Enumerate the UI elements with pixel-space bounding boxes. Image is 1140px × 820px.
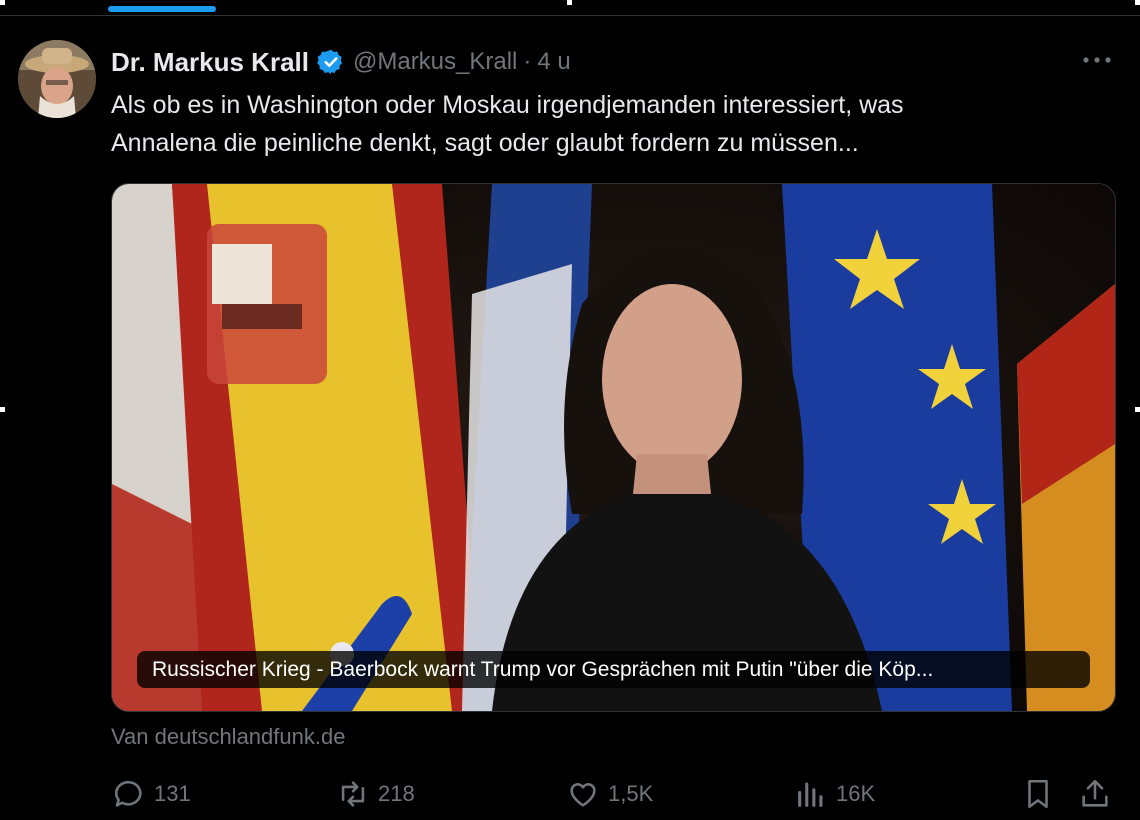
like-button[interactable]: 1,5K — [566, 776, 653, 812]
views-button[interactable]: 16K — [794, 776, 875, 812]
link-card[interactable]: Russischer Krieg - Baerbock warnt Trump … — [111, 183, 1116, 712]
author-handle[interactable]: @Markus_Krall — [353, 48, 517, 76]
verified-badge-icon — [317, 49, 343, 75]
post-time[interactable]: 4 u — [537, 48, 570, 76]
reply-icon — [114, 780, 142, 807]
views-count: 16K — [836, 781, 876, 806]
top-divider — [0, 15, 1140, 16]
card-caption: Russischer Krieg - Baerbock warnt Trump … — [137, 651, 1090, 688]
tweet-header: Dr. Markus Krall @Markus_Krall · 4 u — [111, 44, 571, 80]
avatar-photo — [18, 40, 96, 118]
tweet-text: Als ob es in Washington oder Moskau irge… — [111, 86, 1111, 162]
card-source[interactable]: Van deutschlandfunk.de — [111, 724, 345, 750]
bookmark-icon — [1028, 779, 1048, 809]
resize-handle-left — [0, 407, 5, 412]
resize-handle-top — [567, 0, 572, 5]
repost-icon — [341, 781, 365, 807]
like-icon — [570, 783, 596, 807]
repost-button[interactable]: 218 — [336, 776, 415, 812]
repost-count: 218 — [378, 781, 415, 806]
resize-handle-right — [1135, 407, 1140, 412]
author-name[interactable]: Dr. Markus Krall — [111, 47, 309, 78]
share-button[interactable] — [1078, 776, 1120, 812]
active-tab-indicator — [108, 6, 216, 12]
card-image — [112, 184, 1115, 711]
reply-button[interactable]: 131 — [112, 776, 191, 812]
like-count: 1,5K — [608, 781, 654, 806]
tweet-text-line: Als ob es in Washington oder Moskau irge… — [111, 91, 904, 119]
views-icon — [798, 782, 823, 807]
share-icon — [1082, 779, 1108, 807]
bookmark-button[interactable] — [1021, 776, 1063, 812]
reply-count: 131 — [154, 781, 191, 806]
avatar[interactable] — [18, 40, 96, 118]
tweet-text-line: Annalena die peinliche denkt, sagt oder … — [111, 129, 859, 157]
resize-handle-top-right — [1135, 0, 1140, 5]
more-options-icon[interactable] — [1080, 48, 1114, 72]
header-separator: · — [523, 48, 532, 75]
resize-handle-top-left — [0, 0, 5, 5]
action-bar: 131 218 1,5K 16K — [0, 770, 1140, 820]
